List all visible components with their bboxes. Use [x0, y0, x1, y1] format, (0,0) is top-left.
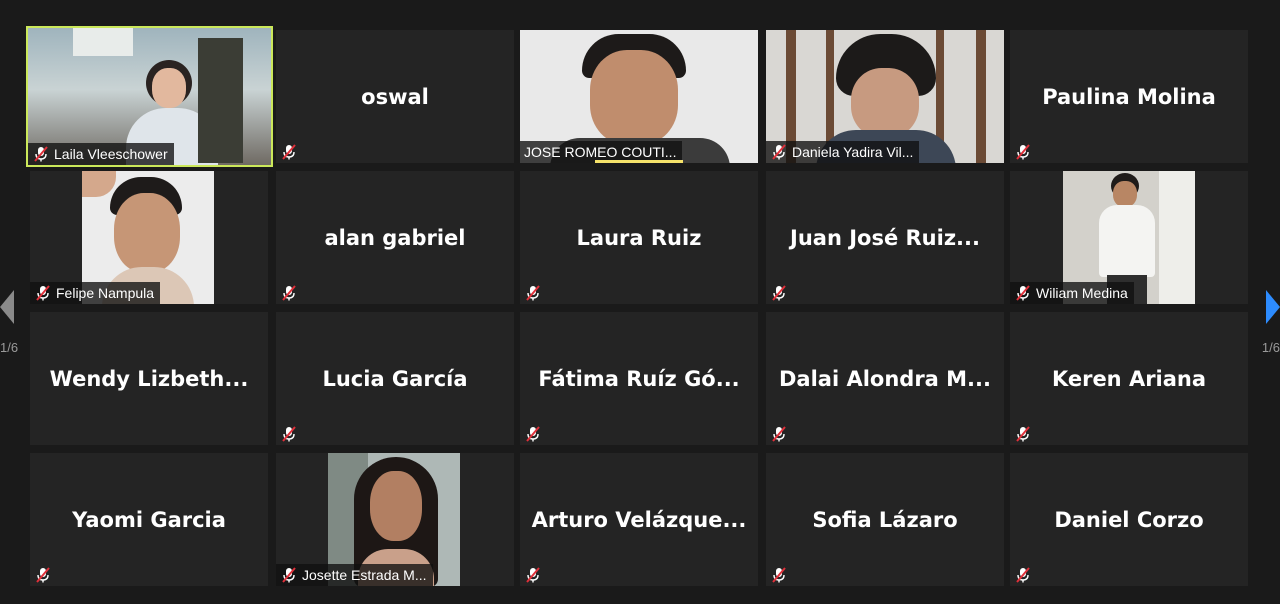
participant-tile[interactable]: Laura Ruiz [520, 171, 758, 304]
page-indicator-right: 1/6 [1261, 340, 1280, 355]
participant-name: Josette Estrada M... [302, 567, 427, 583]
participant-tile[interactable]: Daniela Yadira Vil... [766, 30, 1004, 163]
participant-tile[interactable]: Lucia García [276, 312, 514, 445]
participant-tile[interactable]: Keren Ariana [1010, 312, 1248, 445]
participant-name: Fátima Ruíz Gó... [538, 366, 740, 391]
participant-name: Yaomi Garcia [72, 507, 226, 532]
speaking-indicator [595, 160, 683, 163]
participant-name: Lucia García [322, 366, 468, 391]
mic-muted-icon [770, 566, 788, 584]
mic-muted-icon [32, 145, 50, 163]
participant-tile[interactable]: alan gabriel [276, 171, 514, 304]
mic-muted-icon [770, 425, 788, 443]
participant-name: Keren Ariana [1051, 366, 1207, 391]
participant-name: Felipe Nampula [56, 285, 155, 301]
page-indicator-left: 1/6 [0, 340, 19, 355]
participant-name: Laila Vleeschower [54, 146, 168, 162]
participant-name-label: Daniela Yadira Vil... [766, 141, 920, 163]
participant-name-label: Wiliam Medina [1010, 282, 1134, 304]
participant-tile[interactable]: Daniel Corzo [1010, 453, 1248, 586]
mic-muted-icon [280, 143, 298, 161]
participant-tile[interactable]: Fátima Ruíz Gó... [520, 312, 758, 445]
mic-muted-icon [34, 566, 52, 584]
participant-name: oswal [361, 84, 429, 109]
participant-tile[interactable]: Laila Vleeschower [26, 26, 273, 167]
next-page-arrow-icon[interactable] [1266, 290, 1280, 324]
participant-name: Dalai Alondra M... [778, 366, 991, 391]
participant-tile[interactable]: JOSE ROMEO COUTI... [520, 30, 758, 163]
mic-muted-icon [770, 143, 788, 161]
participant-tile[interactable]: Josette Estrada M... [276, 453, 514, 586]
participant-tile[interactable]: Felipe Nampula [30, 171, 268, 304]
mic-muted-icon [524, 284, 542, 302]
participant-name: Wendy Lizbeth... [49, 366, 249, 391]
mic-muted-icon [280, 425, 298, 443]
participant-tile[interactable]: oswal [276, 30, 514, 163]
participant-name-label: Josette Estrada M... [276, 564, 433, 586]
participant-tile[interactable]: Wendy Lizbeth... [30, 312, 268, 445]
participant-tile[interactable]: Paulina Molina [1010, 30, 1248, 163]
participant-tile[interactable]: Arturo Velázque... [520, 453, 758, 586]
mic-muted-icon [524, 425, 542, 443]
participant-tile[interactable]: Juan José Ruiz... [766, 171, 1004, 304]
participant-tile[interactable]: Dalai Alondra M... [766, 312, 1004, 445]
previous-page-arrow-icon[interactable] [0, 290, 14, 324]
mic-muted-icon [280, 284, 298, 302]
participant-name: Laura Ruiz [576, 225, 702, 250]
participant-tile[interactable]: Wiliam Medina [1010, 171, 1248, 304]
participant-name: alan gabriel [324, 225, 466, 250]
participant-name: Wiliam Medina [1036, 285, 1128, 301]
participant-tile[interactable]: Sofia Lázaro [766, 453, 1004, 586]
participant-name-label: Felipe Nampula [30, 282, 161, 304]
participant-name: Daniela Yadira Vil... [792, 144, 914, 160]
participant-name-label: Laila Vleeschower [28, 143, 174, 165]
mic-muted-icon [1014, 425, 1032, 443]
mic-muted-icon [1014, 143, 1032, 161]
mic-muted-icon [524, 566, 542, 584]
participant-name: Juan José Ruiz... [790, 225, 980, 250]
participant-name: Arturo Velázque... [531, 507, 747, 532]
mic-muted-icon [280, 566, 298, 584]
mic-muted-icon [1014, 566, 1032, 584]
mic-muted-icon [1014, 284, 1032, 302]
participant-tile[interactable]: Yaomi Garcia [30, 453, 268, 586]
participant-name: Sofia Lázaro [812, 507, 958, 532]
participant-name: Daniel Corzo [1054, 507, 1204, 532]
mic-muted-icon [770, 284, 788, 302]
participant-name: Paulina Molina [1042, 84, 1216, 109]
mic-muted-icon [34, 284, 52, 302]
